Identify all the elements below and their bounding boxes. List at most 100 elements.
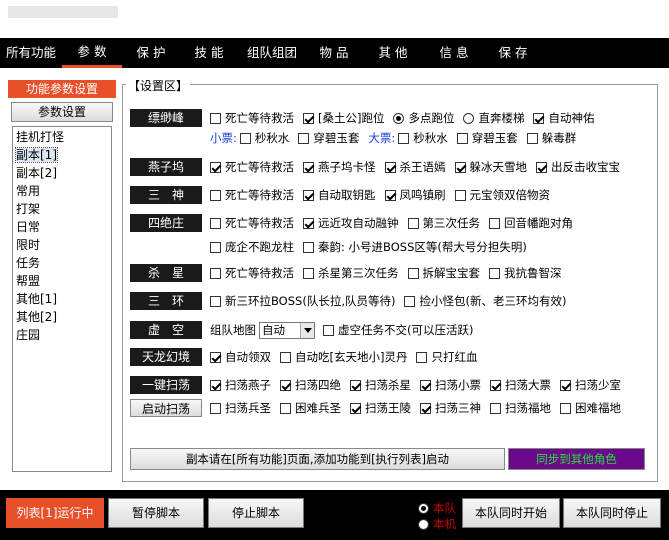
checkbox[interactable] [210,402,221,414]
checkbox-option[interactable]: 扫荡福地 [490,400,551,416]
menu-tab-5[interactable]: 物 品 [306,38,362,68]
checkbox[interactable] [420,402,431,414]
checkbox[interactable] [303,241,314,253]
param-settings-button[interactable]: 参数设置 [11,102,113,122]
category-item[interactable]: 副本[2] [13,164,111,182]
checkbox[interactable] [420,379,431,391]
checkbox[interactable] [489,267,500,279]
checkbox[interactable] [456,132,468,144]
category-item[interactable]: 副本[1] [13,146,111,164]
checkbox[interactable] [407,217,419,229]
checkbox[interactable] [407,267,419,279]
menu-tab-7[interactable]: 信 息 [424,38,484,68]
checkbox[interactable] [490,402,501,414]
checkbox-option[interactable]: 穿碧玉套 [456,130,518,146]
checkbox[interactable] [416,351,428,363]
checkbox-option[interactable]: 燕子坞卡怪 [303,159,376,175]
category-item[interactable]: 挂机打怪 [13,128,111,146]
checkbox[interactable] [560,379,571,391]
checkbox[interactable] [210,295,221,307]
checkbox[interactable] [560,402,571,414]
radio-machine-dot[interactable] [418,518,429,530]
checkbox-option[interactable]: 虚空任务不交(可以压活跃) [323,322,473,338]
checkbox-option[interactable]: [桑土公]跑位 [303,110,384,126]
checkbox[interactable] [350,402,361,414]
checkbox[interactable] [384,161,396,173]
checkbox-option[interactable]: 困难福地 [560,400,621,416]
sync-to-other-roles-button[interactable]: 同步到其他角色 [508,448,645,470]
checkbox[interactable] [454,189,466,201]
checkbox[interactable] [210,217,221,229]
checkbox-option[interactable]: 扫荡燕子 [210,377,271,393]
category-list[interactable]: 挂机打怪 副本[1] 副本[2] 常用 打架 日常 限时 任务 帮盟 其他[1] 其他[2] 庄园 [12,126,112,472]
checkbox-option[interactable]: 新三环拉BOSS(队长拉,队员等待) [210,293,395,309]
category-item[interactable]: 日常 [13,218,111,236]
category-item[interactable]: 常用 [13,182,111,200]
checkbox[interactable] [323,324,334,336]
checkbox[interactable] [280,351,291,363]
checkbox[interactable] [280,379,291,391]
checkbox-option[interactable]: 扫荡王陵 [350,400,411,416]
checkbox-option[interactable]: 扫荡少室 [560,377,621,393]
team-map-select[interactable]: 自动 [259,321,315,339]
chevron-down-icon[interactable] [300,322,314,338]
menu-tab-1[interactable]: 参 数 [62,38,122,68]
checkbox[interactable] [280,402,291,414]
checkbox-option[interactable]: 秒秋水 [398,130,448,146]
checkbox[interactable] [303,189,314,201]
checkbox-option[interactable]: 死亡等待救活 [210,187,294,203]
radio-button[interactable] [463,112,475,124]
checkbox[interactable] [526,132,538,144]
checkbox-option[interactable]: 扫荡杀星 [350,377,411,393]
radio-machine[interactable]: 本机 [418,516,456,532]
menu-tab-6[interactable]: 其 他 [362,38,424,68]
checkbox-option[interactable]: 秒秋水 [239,130,289,146]
checkbox-option[interactable]: 困难兵圣 [280,400,341,416]
menu-tab-0[interactable]: 所有功能 [0,38,62,68]
checkbox[interactable] [210,379,221,391]
checkbox-option[interactable]: 庞企不跑龙柱 [210,239,294,255]
checkbox[interactable] [384,189,396,201]
menu-tab-3[interactable]: 技 能 [180,38,238,68]
checkbox[interactable] [489,217,500,229]
checkbox[interactable] [303,161,314,173]
checkbox[interactable] [303,217,314,229]
checkbox-option[interactable]: 凤鸣镇刷 [384,187,446,203]
team-stop-button[interactable]: 本队同时停止 [563,498,661,528]
checkbox[interactable] [210,189,221,201]
start-sweep-button[interactable]: 启动扫荡 [130,399,202,417]
pause-script-button[interactable]: 暂停脚本 [108,498,204,528]
checkbox-option[interactable]: 回音幡跑对角 [489,215,573,231]
menu-tab-8[interactable]: 保 存 [484,38,542,68]
checkbox-option[interactable]: 扫荡四绝 [280,377,341,393]
checkbox[interactable] [533,112,545,124]
checkbox-option[interactable]: 死亡等待救活 [210,110,294,126]
checkbox[interactable] [210,161,221,173]
checkbox-option[interactable]: 死亡等待救活 [210,215,294,231]
checkbox[interactable] [303,112,314,124]
checkbox[interactable] [350,379,361,391]
notice-button[interactable]: 副本请在[所有功能]页面,添加功能到[执行列表]启动 [130,448,505,470]
checkbox[interactable] [210,112,221,124]
checkbox[interactable] [404,295,416,307]
checkbox[interactable] [210,267,221,279]
menu-tab-4[interactable]: 组队组团 [238,38,306,68]
run-status-button[interactable]: 列表[1]运行中 [6,498,104,528]
radio-team-dot[interactable] [418,502,429,514]
checkbox-option[interactable]: 拆解宝宝套 [407,265,480,281]
checkbox-option[interactable]: 扫荡小票 [420,377,481,393]
checkbox-option[interactable]: 躲毒群 [526,130,576,146]
checkbox-option[interactable]: 元宝领双倍物资 [454,187,550,203]
checkbox-option[interactable]: 杀星第三次任务 [303,265,399,281]
checkbox[interactable] [298,132,310,144]
checkbox-option[interactable]: 扫荡三神 [420,400,481,416]
checkbox[interactable] [454,161,466,173]
checkbox[interactable] [536,161,547,173]
checkbox[interactable] [398,132,410,144]
checkbox-option[interactable]: 扫荡大票 [490,377,551,393]
checkbox-option[interactable]: 自动领双 [210,349,271,365]
category-item[interactable]: 打架 [13,200,111,218]
checkbox-option[interactable]: 穿碧玉套 [298,130,359,146]
checkbox-option[interactable]: 捡小怪包(新、老三环均有效) [404,293,566,309]
checkbox[interactable] [490,379,501,391]
